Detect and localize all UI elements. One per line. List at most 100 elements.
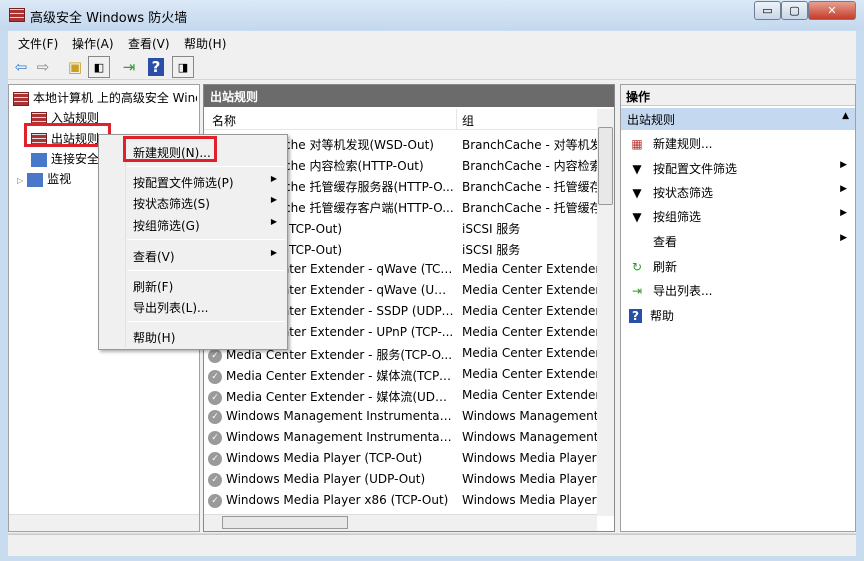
rule-group: Media Center Extender	[462, 367, 600, 381]
disabled-rule-icon: ✓	[208, 430, 222, 445]
horizontal-scrollbar[interactable]	[9, 514, 199, 531]
table-row[interactable]: ✓ Media Center Extender - 媒体流(UDP-... Medi…	[208, 388, 600, 409]
action-label: 刷新	[653, 260, 678, 274]
ctx-filter-state[interactable]: 按状态筛选(S) ▶	[133, 195, 287, 212]
ctx-export[interactable]: 导出列表(L)...	[133, 299, 209, 316]
tree-item-monitor[interactable]: ▷ 监视	[17, 170, 71, 187]
ctx-label: 按配置文件筛选(P)	[133, 176, 234, 190]
ctx-filter-group[interactable]: 按组筛选(G) ▶	[133, 217, 287, 234]
back-icon[interactable]: ⇦	[10, 56, 32, 78]
rule-group: Media Center Extender	[462, 346, 600, 360]
rule-name-text: Windows Media Player x86 (TCP-Out)	[226, 493, 449, 507]
filter-icon: ▼	[632, 210, 642, 224]
disabled-rule-icon: ✓	[208, 369, 222, 384]
horizontal-scrollbar[interactable]	[204, 514, 597, 531]
column-name[interactable]: 名称	[212, 112, 236, 129]
action-help[interactable]: ? 帮助	[629, 307, 674, 324]
refresh-icon: ↻	[631, 260, 643, 274]
menu-view[interactable]: 查看(V)	[128, 35, 170, 52]
export-icon[interactable]: ⇥	[118, 56, 140, 78]
action-new-rule[interactable]: ▦ 新建规则...	[629, 135, 712, 152]
rule-name-text: Windows Management Instrumentati...	[226, 430, 454, 444]
menu-action[interactable]: 操作(A)	[72, 35, 114, 52]
rule-name-text: Media Center Extender - 媒体流(UDP-...	[226, 390, 454, 404]
table-row[interactable]: ✓ Windows Media Player x86 (TCP-Out) Windo…	[208, 493, 600, 514]
rule-group: Windows Media Player	[462, 472, 597, 486]
scroll-thumb[interactable]	[598, 127, 613, 205]
rule-name: ✓ Windows Media Player x86 (TCP-Out)	[208, 493, 454, 508]
new-rule-icon: ▦	[631, 137, 643, 151]
actions-section[interactable]: 出站规则 ▲	[621, 108, 855, 130]
help-icon: ?	[629, 309, 642, 323]
firewall-icon	[9, 8, 25, 22]
vertical-scrollbar[interactable]	[597, 109, 614, 516]
help-icon[interactable]: ?	[148, 58, 164, 76]
table-row[interactable]: ✓ Windows Management Instrumentati... Wind…	[208, 430, 600, 451]
rule-name: ✓ Windows Management Instrumentati...	[208, 430, 454, 445]
action-filter-group[interactable]: ▼ 按组筛选 ▶	[629, 208, 855, 225]
collapse-icon[interactable]: ▲	[842, 111, 849, 121]
highlight-box	[123, 136, 217, 162]
ctx-label: 按组筛选(G)	[133, 219, 200, 233]
center-pane-title: 出站规则	[204, 85, 614, 107]
filter-icon: ▼	[632, 162, 642, 176]
table-row[interactable]: ✓ Windows Management Instrumentati... Wind…	[208, 409, 600, 430]
tree-root[interactable]: 本地计算机 上的高级安全 Windows 防火墙	[13, 89, 197, 106]
action-filter-profile[interactable]: ▼ 按配置文件筛选 ▶	[629, 160, 855, 177]
action-label: 帮助	[650, 309, 675, 323]
action-export[interactable]: ⇥ 导出列表...	[629, 282, 712, 299]
rule-name-text: Media Center Extender - 媒体流(TCP-...	[226, 369, 454, 383]
rule-group: BranchCache - 托管缓存	[462, 201, 600, 215]
action-label: 导出列表...	[653, 284, 713, 298]
rule-group: Media Center Extender	[462, 262, 600, 276]
ctx-filter-profile[interactable]: 按配置文件筛选(P) ▶	[133, 174, 287, 191]
close-button[interactable]: ✕	[808, 1, 856, 20]
action-filter-state[interactable]: ▼ 按状态筛选 ▶	[629, 184, 855, 201]
disabled-rule-icon: ✓	[208, 493, 222, 508]
connection-security-icon	[31, 152, 47, 167]
ctx-label: 按状态筛选(S)	[133, 197, 210, 211]
rule-group: Media Center Extender	[462, 388, 600, 402]
actions-section-label: 出站规则	[627, 113, 676, 127]
menu-help[interactable]: 帮助(H)	[184, 35, 226, 52]
ctx-label: 查看(V)	[133, 250, 175, 264]
expand-icon[interactable]: ▷	[17, 176, 23, 185]
tree-label: 监视	[47, 172, 72, 186]
minimize-button[interactable]: ▭	[754, 1, 781, 20]
rule-group: Media Center Extender	[462, 283, 600, 297]
rule-group: Windows Management	[462, 409, 599, 423]
rule-group: iSCSI 服务	[462, 243, 521, 257]
ctx-refresh[interactable]: 刷新(F)	[133, 278, 173, 295]
rule-name-text: Windows Management Instrumentati...	[226, 409, 454, 423]
rule-group: Media Center Extender	[462, 304, 600, 318]
menu-file[interactable]: 文件(F)	[18, 35, 58, 52]
table-row[interactable]: ✓ Media Center Extender - 媒体流(TCP-... Medi…	[208, 367, 600, 388]
export-icon: ⇥	[631, 284, 643, 298]
show-hide-action-pane-icon[interactable]: ◨	[172, 56, 194, 78]
ctx-view[interactable]: 查看(V) ▶	[133, 248, 287, 265]
up-folder-icon[interactable]: ▣	[64, 56, 86, 78]
rule-name: ✓ Media Center Extender - 媒体流(UDP-...	[208, 388, 454, 405]
action-label: 按配置文件筛选	[653, 162, 738, 176]
tree-root-label: 本地计算机 上的高级安全 Windows 防火墙	[33, 91, 197, 105]
rule-group: BranchCache - 对等机发现	[462, 138, 600, 152]
action-label: 查看	[653, 235, 678, 249]
menu-bar: 文件(F) 操作(A) 查看(V) 帮助(H)	[8, 31, 856, 53]
forward-icon[interactable]: ⇨	[32, 56, 54, 78]
status-bar	[8, 534, 856, 556]
action-label: 新建规则...	[653, 137, 713, 151]
show-hide-tree-icon[interactable]: ◧	[88, 56, 110, 78]
action-refresh[interactable]: ↻ 刷新	[629, 258, 677, 275]
filter-icon: ▼	[632, 186, 642, 200]
rule-group: Windows Media Player	[462, 493, 597, 507]
maximize-button[interactable]: ▢	[781, 1, 808, 20]
disabled-rule-icon: ✓	[208, 348, 222, 363]
context-menu: 新建规则(N)... 按配置文件筛选(P) ▶ 按状态筛选(S) ▶ 按组筛选(G)…	[98, 134, 288, 350]
column-group[interactable]: 组	[462, 112, 474, 129]
table-row[interactable]: ✓ Windows Media Player (UDP-Out) Windows M…	[208, 472, 600, 493]
action-view[interactable]: 查看 ▶	[629, 233, 855, 250]
disabled-rule-icon: ✓	[208, 390, 222, 405]
disabled-rule-icon: ✓	[208, 451, 222, 466]
table-row[interactable]: ✓ Windows Media Player (TCP-Out) Windows M…	[208, 451, 600, 472]
ctx-help[interactable]: 帮助(H)	[133, 329, 175, 346]
